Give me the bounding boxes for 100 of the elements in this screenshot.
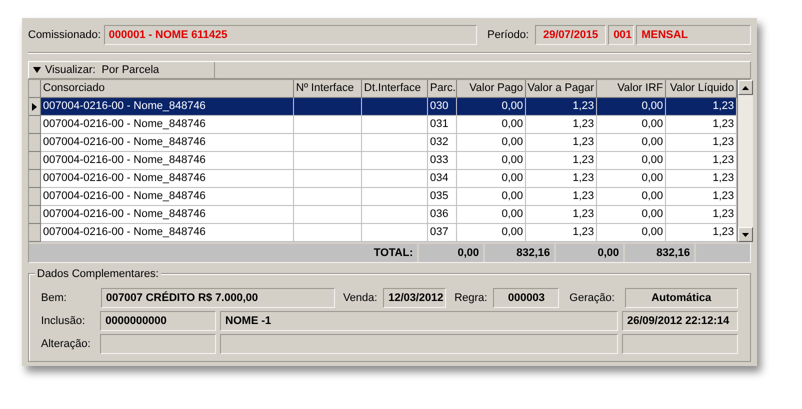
inclusao-date-field: 26/09/2012 22:12:14 [622, 311, 738, 331]
bem-field: 007007 CRÉDITO R$ 7.000,00 [100, 288, 336, 308]
table-cell: 1,23 [666, 206, 737, 224]
regra-label: Regra: [454, 290, 488, 306]
column-header[interactable]: Valor Pago [457, 80, 526, 98]
header-corner [29, 80, 41, 98]
table-cell [294, 134, 362, 152]
arrow-down-icon [742, 232, 749, 236]
table-cell: 036 [428, 206, 457, 224]
table-cell: 0,00 [597, 152, 666, 170]
column-header[interactable]: Valor IRF [597, 80, 666, 98]
table-cell: 0,00 [597, 206, 666, 224]
table-cell: 0,00 [597, 224, 666, 242]
regra-field: 000003 [493, 288, 560, 308]
periodo-code-field: 001 [608, 25, 634, 45]
table-cell: 007004-0216-00 - Nome_848746 [41, 170, 294, 188]
comissionado-field: 000001 - NOME 611425 [104, 25, 478, 45]
column-header[interactable]: Dt.Interface [362, 80, 428, 98]
table-cell: 0,00 [597, 188, 666, 206]
geracao-label: Geração: [569, 290, 615, 306]
scroll-down-button[interactable] [738, 227, 753, 242]
group-title: Dados Complementares: [35, 266, 161, 282]
table-cell: 0,00 [457, 98, 526, 116]
table-cell: 032 [428, 134, 457, 152]
table-cell [362, 170, 428, 188]
table-cell: 0,00 [457, 170, 526, 188]
table-cell: 035 [428, 188, 457, 206]
column-header[interactable]: Valor a Pagar [526, 80, 597, 98]
periodo-name-field: MENSAL [636, 25, 751, 45]
table-cell [362, 152, 428, 170]
table-cell: 037 [428, 224, 457, 242]
table-cell: 007004-0216-00 - Nome_848746 [41, 224, 294, 242]
caret-down-icon [33, 67, 41, 73]
table-cell: 0,00 [457, 152, 526, 170]
periodo-label: Período: [487, 28, 529, 43]
table-cell [294, 170, 362, 188]
geracao-field: Automática [624, 288, 738, 308]
table-cell: 0,00 [597, 170, 666, 188]
alteracao-label: Alteração: [41, 336, 92, 352]
table-cell: 1,23 [526, 206, 597, 224]
table-cell: 1,23 [526, 116, 597, 134]
table-cell: 1,23 [526, 134, 597, 152]
table-cell: 1,23 [666, 188, 737, 206]
table-cell: 034 [428, 170, 457, 188]
table-cell: 030 [428, 98, 457, 116]
table-cell [362, 116, 428, 134]
table-cell: 0,00 [457, 224, 526, 242]
total-value: 832,16 [485, 244, 556, 262]
table-cell: 007004-0216-00 - Nome_848746 [41, 206, 294, 224]
total-value: 0,00 [556, 244, 625, 262]
table-cell: 1,23 [526, 188, 597, 206]
table-cell: 1,23 [526, 170, 597, 188]
table-cell: 0,00 [457, 116, 526, 134]
table-cell: 033 [428, 152, 457, 170]
table-cell [294, 206, 362, 224]
column-header[interactable]: Valor Líquido [666, 80, 737, 98]
table-cell: 007004-0216-00 - Nome_848746 [41, 116, 294, 134]
scroll-up-button[interactable] [738, 80, 753, 95]
table-cell: 0,00 [457, 134, 526, 152]
table-cell [362, 188, 428, 206]
table-cell [362, 206, 428, 224]
inclusao-name-field: NOME -1 [220, 311, 618, 331]
comissionado-label: Comissionado: [28, 28, 101, 43]
table-cell: 0,00 [597, 98, 666, 116]
inclusao-code-field: 0000000000 [100, 311, 216, 331]
total-value: 832,16 [625, 244, 696, 262]
table-cell [362, 98, 428, 116]
table-cell: 007004-0216-00 - Nome_848746 [41, 98, 294, 116]
column-header[interactable]: Consorciado [41, 80, 294, 98]
table-cell [294, 152, 362, 170]
row-pointer-icon [32, 102, 37, 110]
table-cell: 1,23 [666, 224, 737, 242]
table-cell: 0,00 [597, 116, 666, 134]
bem-label: Bem: [41, 290, 68, 306]
table-cell: 007004-0216-00 - Nome_848746 [41, 134, 294, 152]
table-cell: 0,00 [457, 206, 526, 224]
inclusao-label: Inclusão: [41, 314, 86, 329]
table-cell: 1,23 [526, 224, 597, 242]
column-header[interactable]: Parc. [428, 80, 457, 98]
table-cell: 031 [428, 116, 457, 134]
total-label: TOTAL: [29, 244, 419, 262]
table-cell: 1,23 [666, 116, 737, 134]
row-indicator[interactable] [29, 98, 41, 116]
arrow-up-icon [742, 86, 749, 90]
table-cell: 007004-0216-00 - Nome_848746 [41, 152, 294, 170]
table-cell: 0,00 [597, 134, 666, 152]
total-value: 0,00 [419, 244, 485, 262]
table-cell [294, 98, 362, 116]
table-cell: 1,23 [666, 152, 737, 170]
column-header[interactable]: Nº Interface [294, 80, 362, 98]
table-cell [294, 188, 362, 206]
table-cell [294, 116, 362, 134]
table-cell: 007004-0216-00 - Nome_848746 [41, 188, 294, 206]
venda-label: Venda: [343, 290, 378, 306]
table-cell: 0,00 [457, 188, 526, 206]
venda-field: 12/03/2012 [383, 288, 446, 308]
table-cell: 1,23 [666, 134, 737, 152]
table-cell: 1,23 [526, 98, 597, 116]
table-cell: 1,23 [666, 170, 737, 188]
periodo-date-field: 29/07/2015 [534, 25, 606, 45]
